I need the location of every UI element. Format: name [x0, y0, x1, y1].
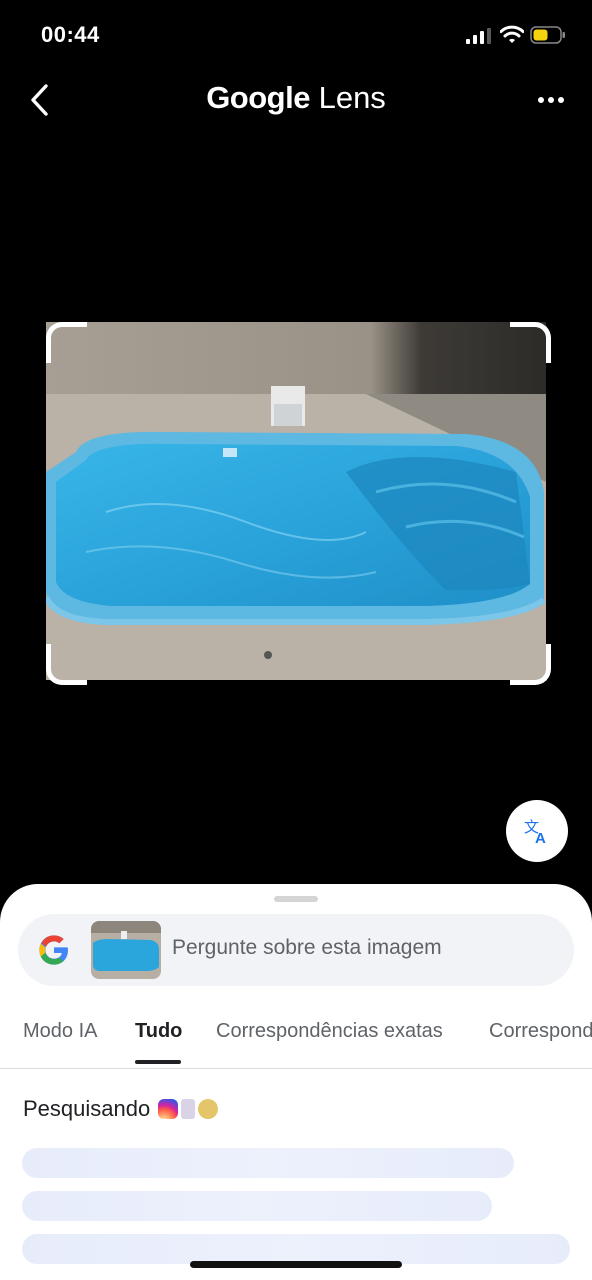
shell-icon [198, 1099, 219, 1119]
home-indicator [190, 1261, 402, 1268]
pool-image [46, 322, 546, 680]
translate-icon: 文 A [524, 818, 546, 846]
captured-image[interactable] [46, 322, 546, 680]
instagram-icon [158, 1099, 179, 1119]
tab-matches[interactable]: Correspondências [489, 1020, 592, 1043]
translate-button[interactable]: 文 A [506, 800, 568, 862]
active-tab-indicator [135, 1060, 181, 1064]
search-bar[interactable]: Pergunte sobre esta imagem [18, 914, 574, 986]
thumbnail-pool-image [91, 921, 161, 979]
loading-placeholder-1 [22, 1148, 514, 1178]
site-icon [181, 1099, 196, 1119]
status-time: 00:44 [41, 22, 100, 47]
title-google: Google [206, 80, 310, 115]
searching-label: Pesquisando [23, 1096, 151, 1121]
title-lens: Lens [309, 80, 386, 115]
results-sheet: Pergunte sobre esta imagem Modo IA Tudo … [0, 884, 592, 1280]
sheet-drag-handle[interactable] [274, 896, 318, 902]
search-placeholder: Pergunte sobre esta imagem [172, 936, 442, 959]
app-header: Google Lens [0, 70, 592, 130]
battery-icon [530, 26, 565, 44]
crop-corner-top-right[interactable] [510, 322, 551, 363]
status-bar: 00:44 [0, 0, 592, 70]
wifi-icon [500, 25, 524, 43]
result-tabs: Modo IA Tudo Correspondências exatas Cor… [0, 996, 592, 1069]
searching-status: Pesquisando [23, 1096, 219, 1122]
crop-corner-top-left[interactable] [46, 322, 87, 363]
tab-ai-mode[interactable]: Modo IA [23, 1020, 97, 1043]
google-g-icon [39, 935, 68, 965]
crop-corner-bottom-right[interactable] [510, 644, 551, 685]
source-icons [158, 1099, 219, 1119]
svg-text:A: A [535, 830, 546, 846]
loading-placeholder-3 [22, 1234, 570, 1264]
tab-exact-matches[interactable]: Correspondências exatas [216, 1020, 443, 1043]
query-image-thumbnail[interactable] [91, 921, 161, 979]
more-options-icon[interactable] [536, 90, 566, 110]
crop-corner-bottom-left[interactable] [46, 644, 87, 685]
page-title: Google Lens [0, 80, 592, 116]
cellular-signal-icon [466, 28, 491, 44]
tab-all[interactable]: Tudo [135, 1020, 182, 1043]
loading-placeholder-2 [22, 1191, 492, 1221]
